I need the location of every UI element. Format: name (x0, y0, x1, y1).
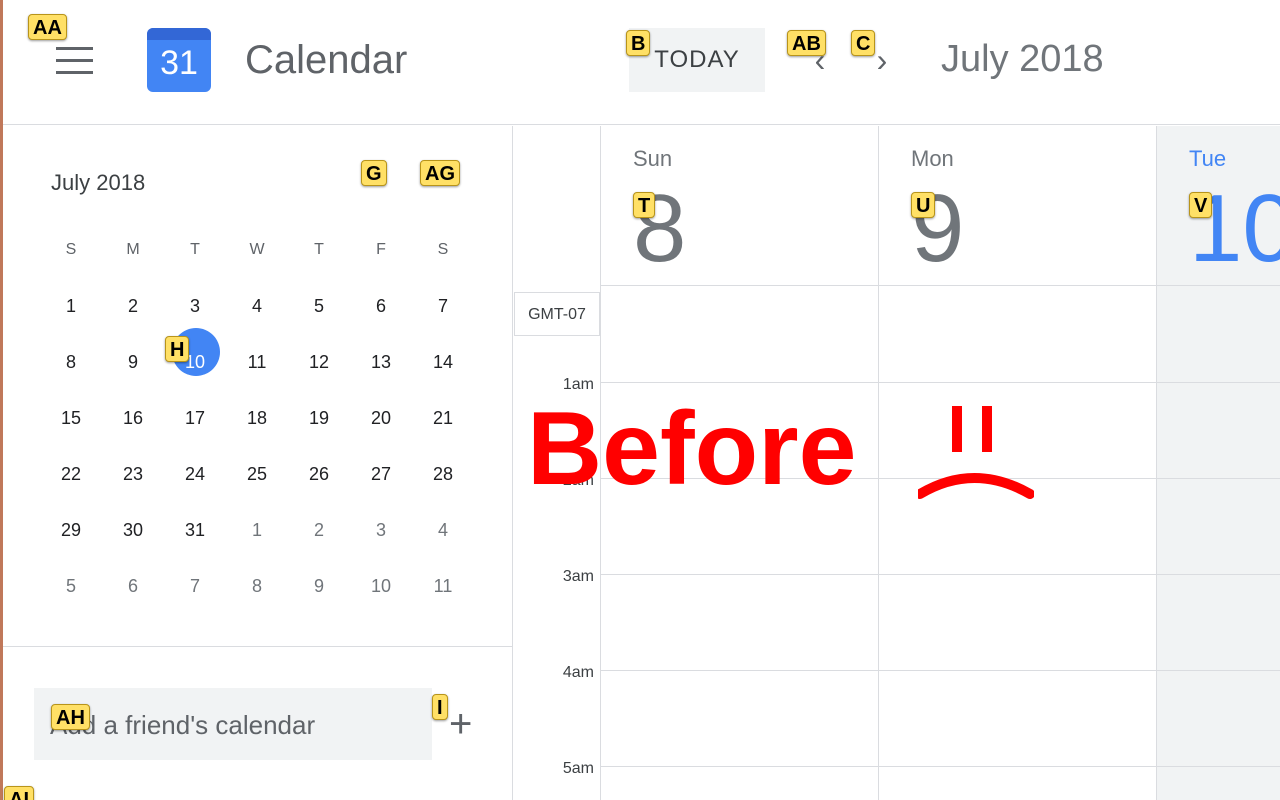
date-cell[interactable]: 22 (40, 464, 102, 485)
day-column-sun[interactable] (600, 286, 878, 800)
weekday-label: S (437, 241, 449, 258)
date-cell[interactable]: 3 (350, 520, 412, 541)
date-cell[interactable]: 5 (288, 296, 350, 317)
weekday-row: S M T W T F S (40, 222, 474, 278)
week-row: 8 9 10 11 12 13 14 (40, 327, 474, 390)
week-row: 15 16 17 18 19 20 21 (40, 390, 474, 446)
timezone-label: GMT-07 (514, 292, 600, 336)
mini-calendar-title: July 2018 (51, 170, 146, 195)
hint-tag: G (361, 160, 387, 186)
hour-label: 4am (562, 664, 594, 681)
date-cell[interactable]: 18 (226, 408, 288, 429)
date-cell[interactable]: 15 (40, 408, 102, 429)
day-number[interactable]: 9 (911, 174, 964, 284)
date-cell[interactable]: 6 (350, 296, 412, 317)
hint-tag: B (626, 30, 651, 56)
date-cell[interactable]: 12 (288, 352, 350, 373)
date-cell[interactable]: 9 (102, 352, 164, 373)
day-number[interactable]: 10 (1189, 174, 1280, 284)
week-row: 22 23 24 25 26 27 28 (40, 446, 474, 502)
date-cell[interactable]: 7 (164, 576, 226, 597)
date-cell[interactable]: 27 (350, 464, 412, 485)
date-cell[interactable]: 24 (164, 464, 226, 485)
hour-line (600, 574, 1280, 575)
date-cell[interactable]: 2 (102, 296, 164, 317)
weekday-label: T (314, 241, 324, 258)
day-name: Tue (1189, 146, 1227, 171)
app-header: 31 Calendar TODAY ‹ › July 2018 (3, 0, 1280, 125)
day-header-tue: Tue 10 (1156, 126, 1280, 286)
hour-label: 3am (562, 568, 594, 585)
date-cell[interactable]: 26 (288, 464, 350, 485)
hour-line (600, 382, 1280, 383)
weekday-label: W (249, 241, 265, 258)
week-row: 5 6 7 8 9 10 11 (40, 558, 474, 614)
day-name: Mon (911, 146, 954, 171)
week-row: 29 30 31 1 2 3 4 (40, 502, 474, 558)
app-title: Calendar (245, 38, 408, 82)
date-cell[interactable]: 4 (412, 520, 474, 541)
date-cell[interactable]: 21 (412, 408, 474, 429)
plus-icon[interactable]: + (449, 702, 472, 747)
date-cell[interactable]: 5 (40, 576, 102, 597)
calendar-logo-icon: 31 (147, 28, 211, 92)
weekday-label: T (190, 241, 200, 258)
date-cell[interactable]: 11 (412, 576, 474, 597)
hint-tag: AA (28, 14, 67, 40)
date-cell[interactable]: 10 (350, 576, 412, 597)
sidebar-divider (3, 646, 513, 647)
date-cell[interactable]: 1 (226, 520, 288, 541)
mini-calendar-grid: S M T W T F S 1 2 3 4 5 6 7 8 9 10 11 12 (40, 222, 474, 614)
date-cell[interactable]: 13 (350, 352, 412, 373)
hint-tag: AI (4, 786, 34, 800)
frown-face-icon (918, 406, 1034, 499)
date-cell[interactable]: 14 (412, 352, 474, 373)
week-row: 1 2 3 4 5 6 7 (40, 278, 474, 334)
hour-label: 5am (562, 760, 594, 777)
date-cell[interactable]: 25 (226, 464, 288, 485)
hint-tag: T (633, 192, 656, 218)
date-cell[interactable]: 4 (226, 296, 288, 317)
date-cell[interactable]: 23 (102, 464, 164, 485)
hint-tag: C (851, 30, 876, 56)
weekday-label: S (65, 241, 77, 258)
hint-tag: I (432, 694, 448, 720)
weekday-label: M (126, 241, 140, 258)
date-cell[interactable]: 28 (412, 464, 474, 485)
date-cell[interactable]: 6 (102, 576, 164, 597)
day-column-mon[interactable] (878, 286, 1156, 800)
hour-line (600, 670, 1280, 671)
date-cell[interactable]: 2 (288, 520, 350, 541)
date-cell[interactable]: 16 (102, 408, 164, 429)
date-cell[interactable]: 17 (164, 408, 226, 429)
hint-tag: AG (420, 160, 460, 186)
date-cell[interactable]: 7 (412, 296, 474, 317)
date-cell[interactable]: 8 (226, 576, 288, 597)
add-friend-calendar-input[interactable]: Add a friend's calendar (34, 688, 432, 760)
day-name: Sun (633, 146, 673, 171)
date-cell[interactable]: 29 (40, 520, 102, 541)
date-cell[interactable]: 9 (288, 576, 350, 597)
date-cell[interactable]: 30 (102, 520, 164, 541)
date-cell[interactable]: 1 (40, 296, 102, 317)
hint-tag: V (1189, 192, 1213, 218)
day-column-tue[interactable] (1156, 286, 1280, 800)
hour-line (600, 766, 1280, 767)
date-cell[interactable]: 19 (288, 408, 350, 429)
hint-tag: AH (51, 704, 90, 730)
date-cell[interactable]: 8 (40, 352, 102, 373)
weekday-label: F (376, 241, 386, 258)
month-title: July 2018 (941, 38, 1104, 80)
logo-number: 31 (160, 44, 198, 82)
date-cell[interactable]: 31 (164, 520, 226, 541)
hint-tag: U (911, 192, 936, 218)
date-cell[interactable]: 20 (350, 408, 412, 429)
hint-tag: H (165, 336, 190, 362)
date-cell[interactable]: 11 (226, 352, 288, 373)
hint-tag: AB (787, 30, 826, 56)
date-cell[interactable]: 3 (164, 296, 226, 317)
before-overlay-text: Before (527, 391, 857, 507)
main-menu-icon[interactable] (56, 47, 96, 75)
day-number[interactable]: 8 (633, 174, 686, 284)
